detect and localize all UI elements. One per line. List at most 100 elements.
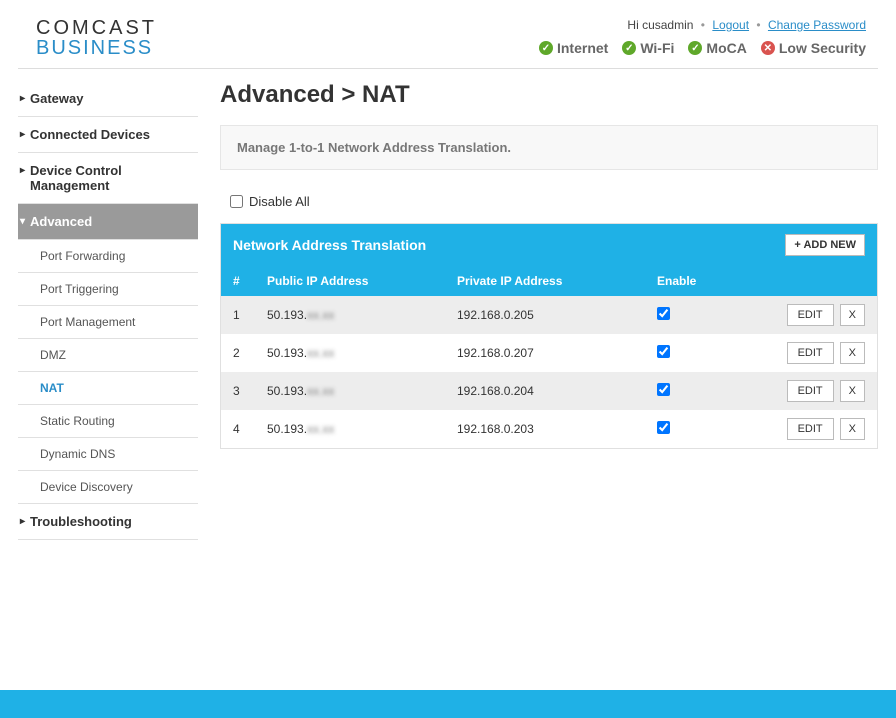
disable-all-label: Disable All [249,194,310,209]
table-row: 150.193.xx.xx192.168.0.205EDITX [221,296,877,334]
private-ip: 192.168.0.203 [457,422,657,436]
table-row: 450.193.xx.xx192.168.0.203EDITX [221,410,877,448]
separator: • [701,18,705,32]
subnav-static-routing[interactable]: Static Routing [18,405,198,438]
page-description: Manage 1-to-1 Network Address Translatio… [220,125,878,170]
subnav-label: DMZ [40,348,66,362]
table-header-row: # Public IP Address Private IP Address E… [221,266,877,296]
delete-button[interactable]: X [840,304,865,326]
table-row: 250.193.xx.xx192.168.0.207EDITX [221,334,877,372]
x-circle-icon: ✕ [761,41,775,55]
table-title: Network Address Translation [233,237,426,253]
col-header-enable: Enable [657,274,747,288]
sidebar-item-advanced[interactable]: ▾ Advanced [18,204,198,240]
check-circle-icon: ✓ [622,41,636,55]
public-ip: 50.193.xx.xx [267,346,457,360]
row-number: 4 [233,422,267,436]
enable-cell [657,307,747,323]
enable-cell [657,383,747,399]
ip-prefix: 50.193. [267,384,307,398]
sidebar-item-connected-devices[interactable]: ▸ Connected Devices [18,117,198,153]
row-number: 1 [233,308,267,322]
subnav-label: Port Triggering [40,282,119,296]
page-footer [0,690,896,718]
subnav-port-forwarding[interactable]: Port Forwarding [18,240,198,273]
private-ip: 192.168.0.207 [457,346,657,360]
ip-redacted: xx.xx [307,422,334,436]
subnav-device-discovery[interactable]: Device Discovery [18,471,198,504]
subnav-port-triggering[interactable]: Port Triggering [18,273,198,306]
enable-cell [657,345,747,361]
sidebar-item-troubleshooting[interactable]: ▸ Troubleshooting [18,504,198,540]
brand-logo: COMCAST BUSINESS [36,18,157,58]
edit-button[interactable]: EDIT [787,342,834,364]
subnav-label: Device Discovery [40,480,133,494]
add-new-button[interactable]: + ADD NEW [785,234,865,256]
nav-label: Device Control Management [30,163,122,193]
private-ip: 192.168.0.205 [457,308,657,322]
subnav-label: Port Management [40,315,135,329]
connection-status-row: ✓Internet✓Wi-Fi✓MoCA✕Low Security [539,40,866,56]
subnav-nat[interactable]: NAT [18,372,198,405]
col-header-private: Private IP Address [457,274,657,288]
edit-button[interactable]: EDIT [787,304,834,326]
advanced-subnav: Port Forwarding Port Triggering Port Man… [18,240,198,504]
subnav-label: Dynamic DNS [40,447,115,461]
subnav-dynamic-dns[interactable]: Dynamic DNS [18,438,198,471]
ip-redacted: xx.xx [307,308,334,322]
edit-button[interactable]: EDIT [787,380,834,402]
table-row: 350.193.xx.xx 192.168.0.204 EDIT X [221,372,877,410]
disable-all-checkbox[interactable] [230,195,243,208]
action-cell: EDIT X [747,418,865,440]
private-ip: 192.168.0.204 [457,384,657,398]
edit-button[interactable]: EDIT [787,418,834,440]
nav-label: Connected Devices [30,127,150,142]
nav-label: Advanced [30,214,92,229]
col-header-num: # [233,274,267,288]
enable-checkbox[interactable] [657,307,670,320]
status-item: ✓Wi-Fi [622,40,674,56]
status-label: MoCA [706,40,746,56]
check-circle-icon: ✓ [539,41,553,55]
account-links: Hi cusadmin • Logout • Change Password [539,18,866,32]
subnav-label: Static Routing [40,414,115,428]
subnav-label: Port Forwarding [40,249,125,263]
ip-prefix: 50.193. [267,422,307,436]
subnav-dmz[interactable]: DMZ [18,339,198,372]
enable-checkbox[interactable] [657,345,670,358]
enable-checkbox[interactable] [657,421,670,434]
caret-down-icon: ▾ [20,216,25,227]
ip-prefix: 50.193. [267,308,307,322]
greeting-text: Hi cusadmin [627,18,693,32]
status-item: ✓ MoCA [688,40,746,56]
action-cell: EDIT X [747,342,865,364]
caret-right-icon: ▸ [20,165,25,176]
nav-label: Troubleshooting [30,514,132,529]
logout-link[interactable]: Logout [712,18,749,32]
delete-button[interactable]: X [840,380,865,402]
public-ip: 50.193.xx.xx [267,308,457,322]
delete-button[interactable]: X [840,418,865,440]
ip-redacted: xx.xx [307,384,334,398]
status-item: ✕ Low Security [761,40,866,56]
subnav-port-management[interactable]: Port Management [18,306,198,339]
row-number: 3 [233,384,267,398]
delete-button[interactable]: X [840,342,865,364]
caret-right-icon: ▸ [20,129,25,140]
nat-table: Network Address Translation + ADD NEW # … [220,223,878,449]
logo-text-bottom: BUSINESS [36,38,157,58]
action-cell: EDIT X [747,304,865,326]
sidebar-item-gateway[interactable]: ▸Gateway [18,81,198,117]
status-label: Low Security [779,40,866,56]
sidebar-item-device-control[interactable]: ▸ Device Control Management [18,153,198,204]
enable-checkbox[interactable] [657,383,670,396]
separator: • [756,18,760,32]
caret-right-icon: ▸ [20,516,25,527]
change-password-link[interactable]: Change Password [768,18,866,32]
check-circle-icon: ✓ [688,41,702,55]
enable-cell [657,421,747,437]
ip-prefix: 50.193. [267,346,307,360]
col-header-public: Public IP Address [267,274,457,288]
nav-label: Gateway [30,91,83,106]
public-ip: 50.193.xx.xx [267,422,457,436]
